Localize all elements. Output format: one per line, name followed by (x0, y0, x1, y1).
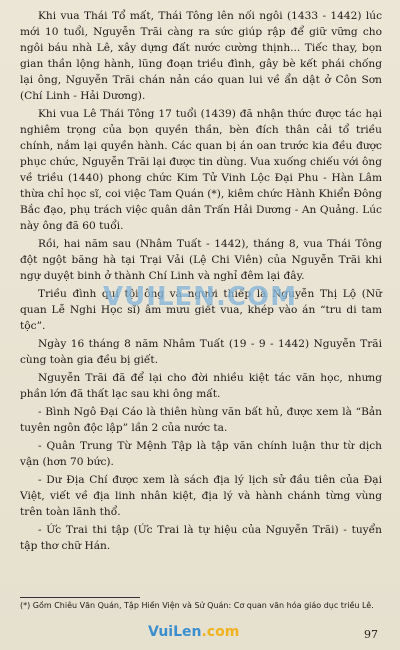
footnote-divider (20, 597, 140, 598)
list-item: - Quân Trung Từ Mệnh Tập là tập văn chín… (20, 440, 382, 468)
page-text: Khi vua Thái Tổ mất, Thái Tông lên nối n… (20, 8, 382, 556)
page-number: 97 (364, 628, 378, 641)
footnote: (*) Gồm Chiêu Văn Quán, Tập Hiền Viện và… (20, 601, 374, 610)
book-page: Khi vua Thái Tổ mất, Thái Tông lên nối n… (0, 0, 400, 650)
logo-text: VuiLen (148, 624, 202, 640)
logo-suffix: .com (201, 624, 240, 640)
paragraph: Khi vua Lê Thái Tông 17 tuổi (1439) đã n… (20, 108, 382, 232)
paragraph: Rồi, hai năm sau (Nhâm Tuất - 1442), thá… (20, 238, 382, 282)
paragraph: Nguyễn Trãi đã để lại cho đời nhiều kiệt… (20, 372, 382, 400)
list-item: - Dư Địa Chí được xem là sách địa lý lịc… (20, 474, 382, 518)
list-item: - Ức Trai thi tập (Ức Trai là tự hiệu củ… (20, 524, 382, 552)
site-logo: VuiLen.com (148, 624, 239, 640)
paragraph: Ngày 16 tháng 8 năm Nhâm Tuất (19 - 9 - … (20, 338, 382, 366)
paragraph: Khi vua Thái Tổ mất, Thái Tông lên nối n… (20, 10, 382, 102)
paragraph: Triều đình qui tội ông và người thiếp là… (20, 288, 382, 332)
list-item: - Bình Ngô Đại Cáo là thiên hùng văn bất… (20, 406, 382, 434)
